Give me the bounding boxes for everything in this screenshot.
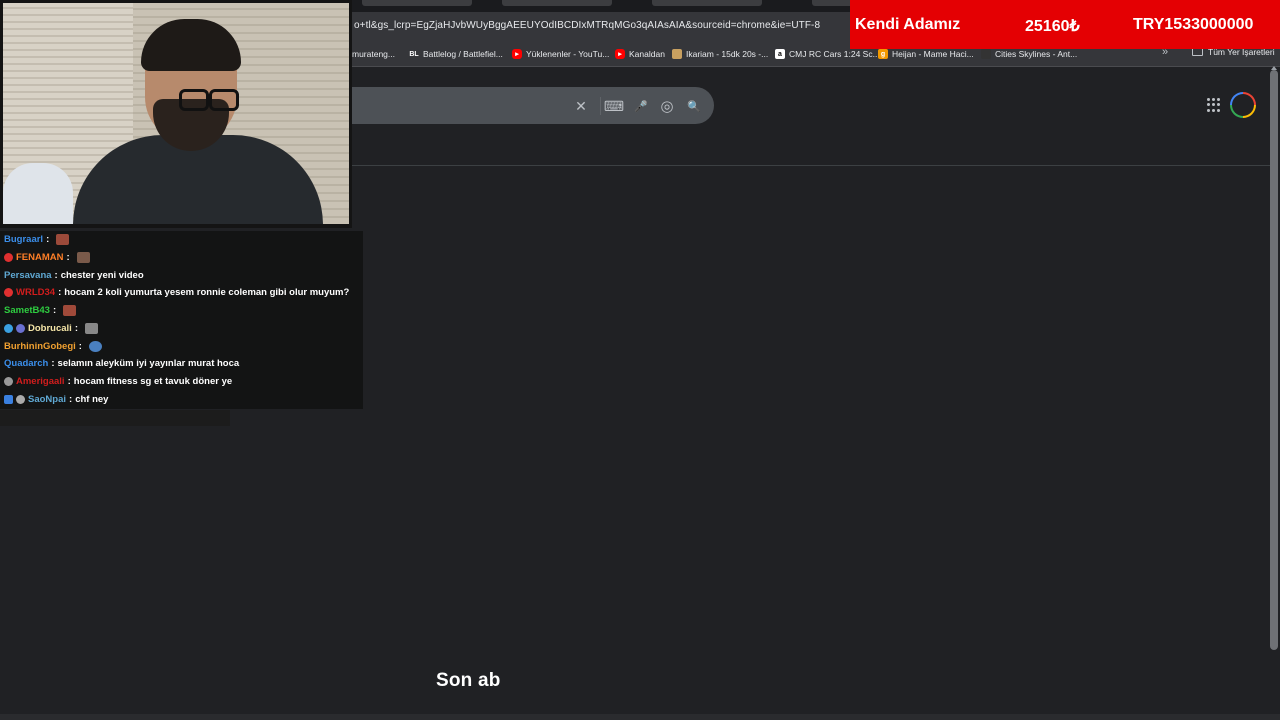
page-scrollbar[interactable] [1270, 70, 1278, 650]
bookmark-item[interactable]: ▸ Yüklenenler - YouTu... [512, 47, 609, 61]
chat-username: BurhininGobegi [4, 341, 76, 352]
search-input[interactable]: ✕ ⌨ 🎤 ◎ 🔍 [352, 87, 714, 124]
bookmark-label: Yüklenenler - YouTu... [526, 49, 610, 59]
chat-message: SametB43: [4, 302, 77, 319]
browser-tab[interactable] [502, 0, 612, 6]
battlelog-icon: BL [409, 49, 419, 59]
search-divider [600, 97, 601, 115]
chat-message: Quadarch: selamın aleyküm iyi yayınlar mu… [4, 358, 240, 369]
bookmark-label: Cities Skylines - Ant... [995, 49, 1078, 59]
chat-message: Amerigaali: hocam fitness sg et tavuk dön… [4, 373, 232, 390]
chat-message: BurhininGobegi: [4, 338, 102, 355]
amazon-icon: a [775, 49, 785, 59]
bookmark-item[interactable]: g Heijan - Mame Haci... [878, 47, 974, 61]
chat-message: Dobrucali: [4, 320, 98, 337]
chat-text: hocam fitness sg et tavuk döner ye [73, 376, 233, 387]
bookmark-item[interactable]: Cities Skylines - Ant... [981, 47, 1077, 61]
clear-icon[interactable]: ✕ [572, 97, 590, 115]
youtube-icon: ▸ [615, 49, 625, 59]
url-text[interactable]: o+tl&gs_lcrp=EgZjaHJvbWUyBggAEEUYOdIBCDI… [354, 20, 820, 31]
chat-message: Persavana: chester yeni video [4, 270, 144, 281]
chat-text: hocam 2 koli yumurta yesem ronnie colema… [64, 287, 350, 298]
account-avatar[interactable] [1230, 92, 1256, 118]
bottom-edge [0, 714, 1280, 720]
folder-icon [1192, 48, 1203, 56]
glasses-lens-right [209, 89, 239, 111]
donation-banner: Kendi Adamız 25160₺ TRY1533000000 [850, 0, 1280, 49]
chat-message: FENAMAN: [4, 249, 90, 266]
streamer-hair [141, 19, 241, 71]
bookmark-label: Ikariam - 15dk 20s -... [686, 49, 769, 59]
bookmark-label: CMJ RC Cars 1:24 Sc... [789, 49, 880, 59]
emote-icon [76, 252, 90, 263]
chat-badge-icon [16, 324, 25, 333]
chat-username: SaoNpai [28, 394, 67, 405]
chat-message: SaoNpai: chf ney [4, 391, 108, 408]
search-icon[interactable]: 🔍 [685, 97, 703, 115]
keyboard-icon[interactable]: ⌨ [604, 97, 624, 115]
chat-badge-icon [4, 377, 13, 386]
donor-name: Kendi Adamız [855, 16, 961, 33]
bookmark-label: Battlelog / Battlefiel... [423, 49, 503, 59]
lens-icon[interactable]: ◎ [658, 97, 676, 115]
browser-tab[interactable] [362, 0, 472, 6]
header-divider [352, 165, 1270, 166]
chat-badge-icon [4, 253, 13, 262]
chat-overlay: Bugraarl: FENAMAN: Persavana: chester yen… [0, 231, 363, 409]
chat-message: Bugraarl: [4, 231, 70, 248]
emote-icon [63, 305, 77, 316]
bookmark-item[interactable]: Ikariam - 15dk 20s -... [672, 47, 768, 61]
chat-badge-icon [4, 288, 13, 297]
browser-tab[interactable] [652, 0, 762, 6]
chat-username: Bugraarl [4, 234, 44, 245]
bookmark-label: Kanaldan [629, 49, 665, 59]
chat-username: FENAMAN [16, 252, 64, 263]
bookmark-item[interactable]: a CMJ RC Cars 1:24 Sc... [775, 47, 880, 61]
chat-username: Quadarch [4, 358, 49, 369]
webcam-frame [3, 3, 349, 224]
chat-badge-icon [16, 395, 25, 404]
bookmark-item[interactable]: murateng... [352, 47, 395, 61]
chat-username: WRLD34 [16, 287, 56, 298]
glasses-lens-left [179, 89, 209, 111]
youtube-icon: ▸ [512, 49, 522, 59]
chat-input-strip [0, 410, 230, 426]
google-apps-icon[interactable] [1207, 98, 1221, 112]
chat-badge-icon [4, 324, 13, 333]
chat-badge-icon [4, 395, 13, 404]
emote-icon [56, 234, 70, 245]
chat-message: WRLD34: hocam 2 koli yumurta yesem ronnie… [4, 284, 349, 301]
bookmark-label: Heijan - Mame Haci... [892, 49, 974, 59]
background-fabric [3, 163, 73, 224]
chat-text: chester yeni video [60, 270, 144, 281]
heijan-icon: g [878, 49, 888, 59]
bookmark-item[interactable]: BL Battlelog / Battlefiel... [409, 47, 503, 61]
donation-total: TRY1533000000 [1133, 16, 1254, 33]
bookmark-item[interactable]: ▸ Kanaldan [615, 47, 665, 61]
bookmark-label: murateng... [352, 49, 395, 59]
chat-username: SametB43 [4, 305, 50, 316]
chat-username: Persavana [4, 270, 52, 281]
ikariam-icon [672, 49, 682, 59]
chat-username: Dobrucali [28, 323, 72, 334]
microphone-icon[interactable]: 🎤 [632, 97, 650, 115]
webcam-overlay [0, 0, 352, 228]
chat-text: selamın aleyküm iyi yayınlar murat hoca [57, 358, 240, 369]
subtitle-caption: Son ab [436, 670, 501, 691]
emote-icon [84, 323, 98, 334]
cities-icon [981, 49, 991, 59]
emote-icon [88, 341, 102, 352]
donation-amount: 25160₺ [1025, 18, 1080, 35]
chat-text: chf ney [75, 394, 109, 405]
chat-username: Amerigaali [16, 376, 65, 387]
